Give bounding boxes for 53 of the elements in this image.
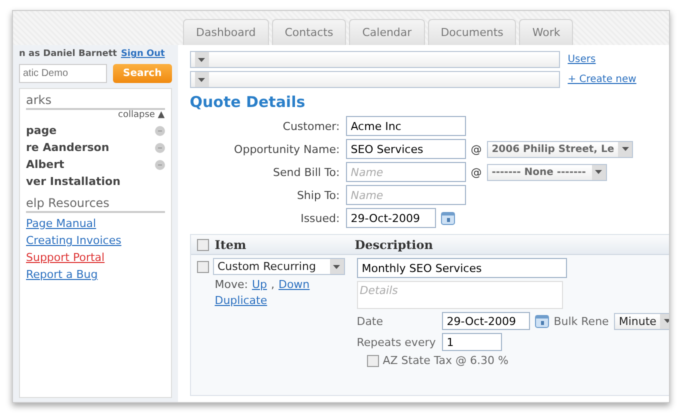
bookmark-item[interactable]: page: [26, 124, 57, 137]
nav-tab[interactable]: Dashboard: [183, 19, 269, 45]
select-field[interactable]: ------- None -------: [486, 164, 607, 180]
field-label: Send Bill To:: [272, 166, 340, 178]
text-field[interactable]: SEO Services: [346, 139, 466, 159]
date-field[interactable]: 29-Oct-2009: [346, 208, 436, 228]
nav-tab[interactable]: Contacts: [272, 19, 346, 45]
bookmark-item[interactable]: ver Installation: [26, 175, 120, 188]
text-field[interactable]: Acme Inc: [346, 116, 466, 136]
help-link[interactable]: Report a Bug: [26, 268, 165, 281]
signed-in-text: n as Daniel Barnett: [19, 49, 117, 59]
panel-heading: arks: [26, 93, 165, 110]
bookmark-item[interactable]: re Aanderson: [26, 141, 110, 154]
search-field[interactable]: atic Demo: [19, 64, 107, 83]
field-label: Date: [356, 314, 384, 328]
item-select[interactable]: Custom Recurring: [212, 258, 345, 275]
column-header: Description: [354, 238, 433, 252]
field-label: Ship To:: [296, 188, 340, 202]
at-sign: @: [470, 166, 482, 178]
field-label: Issued:: [300, 212, 340, 224]
tax-label: AZ State Tax @ 6.30 %: [382, 354, 508, 367]
nav-tab[interactable]: Calendar: [349, 19, 425, 45]
at-sign: @: [470, 142, 482, 156]
nav-tab[interactable]: Work: [519, 19, 574, 45]
select-field[interactable]: Minute: [614, 312, 669, 330]
move-label: Move:: [214, 278, 248, 291]
field-label: Opportunity Name:: [233, 142, 340, 156]
field-label: Customer:: [282, 120, 340, 132]
nav-tab[interactable]: Documents: [428, 19, 516, 45]
action-link[interactable]: + Create new: [568, 74, 636, 85]
down-link[interactable]: Down: [278, 278, 310, 291]
date-field[interactable]: 29-Oct-2009: [442, 312, 530, 330]
duplicate-link[interactable]: Duplicate: [214, 294, 268, 307]
number-field[interactable]: 1: [442, 333, 502, 351]
bookmark-item[interactable]: Albert: [26, 158, 64, 171]
help-link[interactable]: Page Manual: [26, 217, 165, 230]
description-field[interactable]: Monthly SEO Services: [356, 258, 567, 278]
collapse-link[interactable]: collapse ▲: [118, 110, 165, 120]
text-field[interactable]: Name: [346, 162, 466, 182]
details-field[interactable]: Details: [356, 281, 563, 309]
section-title: Quote Details: [190, 93, 306, 111]
column-header: Item: [214, 238, 246, 252]
sign-out-link[interactable]: Sign Out: [120, 49, 165, 59]
action-link[interactable]: Users: [568, 54, 596, 65]
comma: ,: [270, 278, 274, 291]
select-field[interactable]: 2006 Philip Street, Le: [486, 140, 634, 158]
field-label: Bulk Rene: [554, 314, 609, 328]
text-field[interactable]: Name: [346, 185, 466, 205]
field-label: Repeats every: [356, 336, 437, 348]
help-link[interactable]: Support Portal: [26, 251, 165, 264]
help-link[interactable]: Creating Invoices: [26, 234, 165, 247]
panel-heading: elp Resources: [26, 196, 165, 213]
up-link[interactable]: Up: [252, 278, 267, 291]
